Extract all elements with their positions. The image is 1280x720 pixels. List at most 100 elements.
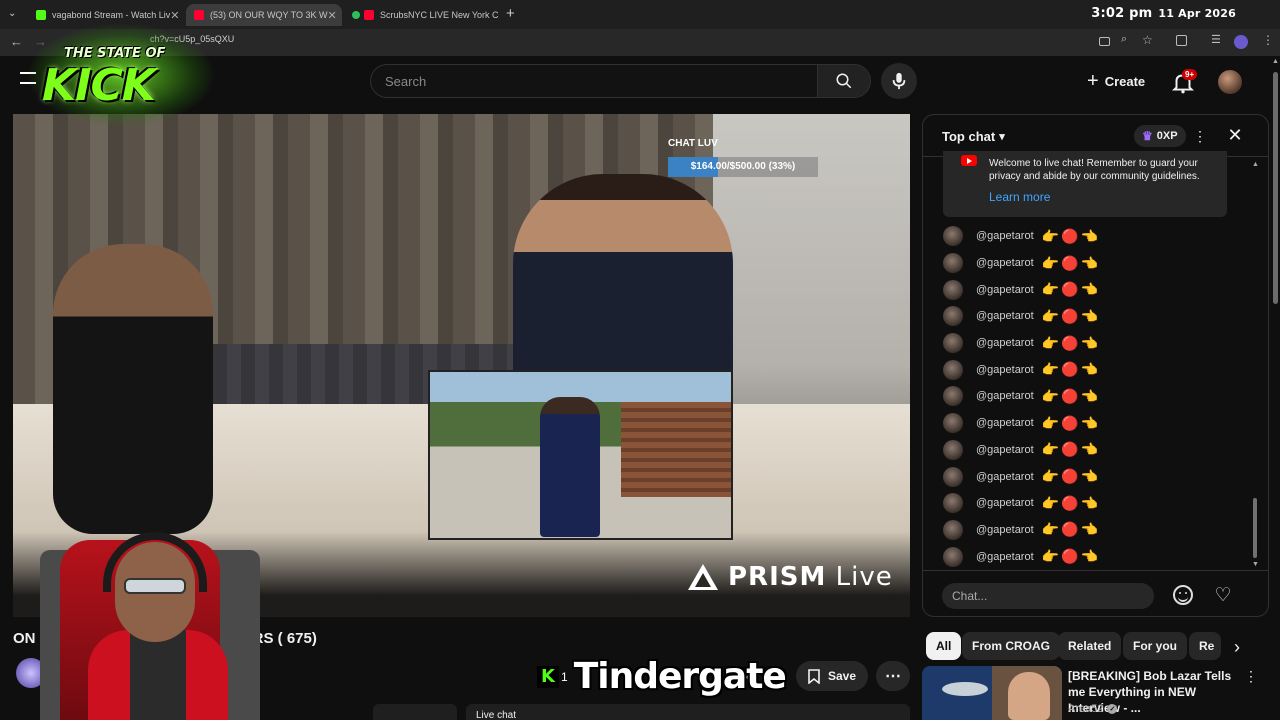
chip-all[interactable]: All <box>926 632 962 660</box>
chip-related[interactable]: Related <box>1058 632 1122 660</box>
live-chat-strip[interactable]: Live chat <box>466 704 910 720</box>
chat-author-avatar[interactable] <box>943 333 963 354</box>
chat-scroll-thumb[interactable] <box>1253 498 1257 558</box>
bookmark-icon <box>808 668 820 684</box>
browser-tab-kick[interactable]: vagabond Stream - Watch Liv ✕ <box>28 4 184 26</box>
chip-recently-uploaded[interactable]: Re <box>1189 632 1221 660</box>
chat-message-text: 👉🔴👈 <box>1041 334 1100 351</box>
chevron-down-icon: ▾ <box>999 131 1005 143</box>
page-scroll-thumb[interactable] <box>1273 72 1278 304</box>
new-tab-button[interactable]: + <box>506 5 515 22</box>
chat-message[interactable]: @gapetarot 👉🔴👈 <box>943 356 1233 383</box>
recommended-more-icon[interactable]: ⋮ <box>1244 668 1258 685</box>
profile-avatar-icon[interactable] <box>1234 35 1248 49</box>
chat-message[interactable]: @gapetarot 👉🔴👈 <box>943 463 1233 490</box>
chat-message[interactable]: @gapetarot 👉🔴👈 <box>943 330 1233 357</box>
recommended-video[interactable]: [BREAKING] Bob Lazar Tells me Everything… <box>922 666 1262 720</box>
chat-author-name[interactable]: @gapetarot <box>976 284 1034 296</box>
sunglasses-icon <box>124 578 186 594</box>
chat-message[interactable]: @gapetarot 👉🔴👈 <box>943 490 1233 517</box>
heart-icon[interactable]: ♡ <box>1211 583 1235 607</box>
chat-input[interactable]: Chat... <box>942 583 1154 609</box>
chat-author-avatar[interactable] <box>943 466 963 487</box>
chat-message[interactable]: @gapetarot 👉🔴👈 <box>943 383 1233 410</box>
chat-author-avatar[interactable] <box>943 493 963 514</box>
scroll-up-arrow-icon[interactable]: ▲ <box>1252 161 1259 168</box>
xp-badge[interactable]: ♛ 0XP <box>1134 125 1186 147</box>
chat-more-icon[interactable]: ⋮ <box>1193 125 1207 147</box>
recommended-thumbnail[interactable] <box>922 666 1062 720</box>
chat-author-name[interactable]: @gapetarot <box>976 257 1034 269</box>
account-avatar[interactable] <box>1218 70 1242 94</box>
chat-mode-dropdown[interactable]: Top chat ▾ <box>942 129 1005 144</box>
ufo-image <box>942 682 988 696</box>
chat-scrollbar[interactable]: ▲ ▼ <box>1252 161 1259 571</box>
browser-menu-icon[interactable]: ⋮ <box>1262 33 1274 47</box>
chat-message[interactable]: @gapetarot 👉🔴👈 <box>943 250 1233 277</box>
chat-message[interactable]: @gapetarot 👉🔴👈 <box>943 410 1233 437</box>
voice-search-button[interactable] <box>881 63 917 99</box>
chat-author-avatar[interactable] <box>943 546 963 567</box>
close-icon[interactable]: ✕ <box>1223 123 1247 147</box>
chat-author-avatar[interactable] <box>943 279 963 300</box>
page-scroll-up-icon[interactable]: ▲ <box>1272 58 1279 65</box>
chat-author-avatar[interactable] <box>943 359 963 380</box>
save-label: Save <box>828 669 857 683</box>
chat-author-avatar[interactable] <box>943 439 963 460</box>
save-button[interactable]: Save <box>796 661 869 691</box>
search-button[interactable] <box>817 64 871 98</box>
back-arrow-icon[interactable]: ← <box>10 34 23 49</box>
chat-luv-widget: CHAT LUV $164.00/$500.00 (33%) <box>668 138 818 177</box>
chat-author-name[interactable]: @gapetarot <box>976 310 1034 322</box>
chat-author-avatar[interactable] <box>943 519 963 540</box>
create-button[interactable]: + Create <box>1083 65 1149 97</box>
browser-tab-scrubs[interactable]: ScrubsNYC LIVE New York C ✕ <box>344 4 500 26</box>
chevron-right-icon[interactable]: › <box>1226 636 1248 658</box>
chat-message[interactable]: @gapetarot 👉🔴👈 <box>943 223 1233 250</box>
chat-message[interactable]: @gapetarot 👉🔴👈 <box>943 303 1233 330</box>
tab-close-icon[interactable]: ✕ <box>499 9 500 22</box>
scroll-down-arrow-icon[interactable]: ▼ <box>1252 561 1259 568</box>
chat-author-name[interactable]: @gapetarot <box>976 230 1034 242</box>
reading-list-icon[interactable]: ☰ <box>1211 33 1221 46</box>
chat-author-name[interactable]: @gapetarot <box>976 524 1034 536</box>
chat-author-name[interactable]: @gapetarot <box>976 551 1034 563</box>
tab-search-chevron[interactable]: ⌄ <box>8 8 20 20</box>
chat-author-name[interactable]: @gapetarot <box>976 390 1034 402</box>
chat-message[interactable]: @gapetarot 👉🔴👈 <box>943 437 1233 464</box>
chip-from-channel[interactable]: From CROAG <box>962 632 1060 660</box>
chat-message-text: 👉🔴👈 <box>1041 361 1100 378</box>
chat-author-avatar[interactable] <box>943 413 963 434</box>
chat-message[interactable]: @gapetarot 👉🔴👈 <box>943 276 1233 303</box>
zoom-icon[interactable]: ⌕ <box>1121 33 1127 46</box>
chat-message-text: 👉🔴👈 <box>1041 468 1100 485</box>
extensions-icon[interactable] <box>1176 35 1187 46</box>
chat-message-text: 👉🔴👈 <box>1041 494 1100 511</box>
recommended-channel[interactable]: Area52 ✓ <box>1068 703 1118 715</box>
chip-for-you[interactable]: For you <box>1123 632 1187 660</box>
learn-more-link[interactable]: Learn more <box>989 191 1050 204</box>
tab-close-icon[interactable]: ✕ <box>328 9 337 22</box>
chat-author-name[interactable]: @gapetarot <box>976 337 1034 349</box>
chat-author-name[interactable]: @gapetarot <box>976 471 1034 483</box>
tab-close-icon[interactable]: ✕ <box>170 9 179 22</box>
search-input[interactable]: Search <box>370 64 817 98</box>
chat-author-avatar[interactable] <box>943 386 963 407</box>
chat-author-avatar[interactable] <box>943 226 963 247</box>
chat-message[interactable]: @gapetarot 👉🔴👈 <box>943 517 1233 544</box>
cast-icon[interactable] <box>1099 37 1110 46</box>
chat-message[interactable]: @gapetarot 👉🔴👈 <box>943 543 1233 570</box>
notifications-badge: 9+ <box>1182 69 1198 80</box>
chat-author-avatar[interactable] <box>943 253 963 274</box>
more-actions-button[interactable]: ⋯ <box>876 661 910 691</box>
bookmark-star-icon[interactable]: ☆ <box>1142 33 1153 47</box>
chat-author-name[interactable]: @gapetarot <box>976 364 1034 376</box>
chat-welcome-banner: Welcome to live chat! Remember to guard … <box>943 151 1227 217</box>
chat-author-name[interactable]: @gapetarot <box>976 417 1034 429</box>
chat-author-avatar[interactable] <box>943 306 963 327</box>
page-scrollbar[interactable]: ▲ <box>1272 58 1279 720</box>
emoji-icon[interactable] <box>1173 585 1193 605</box>
browser-tab-youtube-active[interactable]: (53) ON OUR WQY TO 3K W ✕ <box>186 4 342 26</box>
chat-author-name[interactable]: @gapetarot <box>976 497 1034 509</box>
chat-author-name[interactable]: @gapetarot <box>976 444 1034 456</box>
